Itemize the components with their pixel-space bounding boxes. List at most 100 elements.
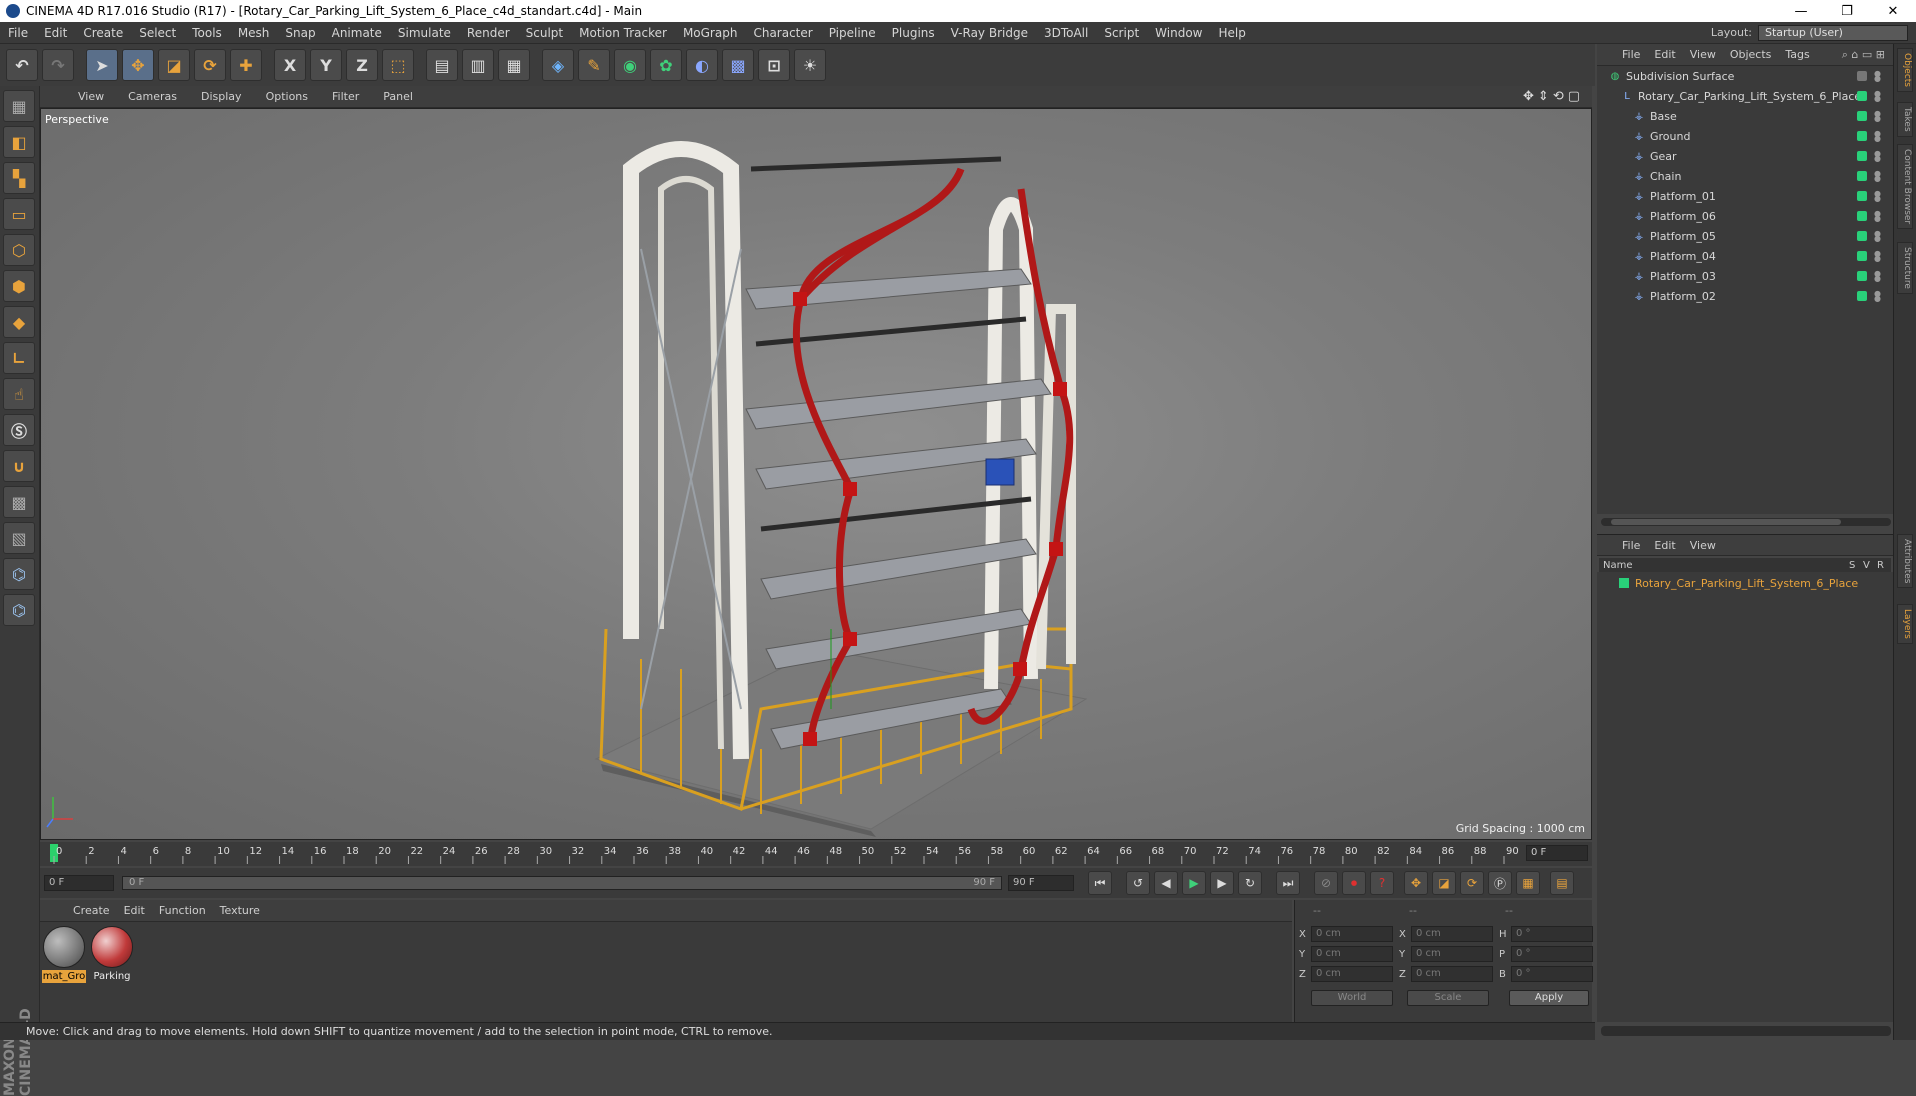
- key-position-icon[interactable]: ✥: [1404, 871, 1428, 895]
- menu-window[interactable]: Window: [1147, 26, 1210, 40]
- tab-content-browser[interactable]: Content Browser: [1897, 144, 1913, 230]
- layer-color-tag[interactable]: [1857, 271, 1867, 281]
- maximize-button[interactable]: ❐: [1824, 4, 1870, 19]
- layer-menu-view[interactable]: View: [1683, 539, 1723, 552]
- position-z-field[interactable]: 0 cm: [1311, 966, 1393, 982]
- step-forward-icon[interactable]: ▶: [1210, 871, 1234, 895]
- go-to-start-icon[interactable]: ⏮: [1088, 871, 1112, 895]
- snap-icon[interactable]: Ⓢ: [3, 414, 35, 446]
- timeline-window-icon[interactable]: ▤: [1550, 871, 1574, 895]
- floor-scene-icon[interactable]: ▩: [722, 49, 754, 81]
- object-tree-item[interactable]: ⚶ Platform_06 ● ●: [1597, 206, 1893, 226]
- menu-script[interactable]: Script: [1096, 26, 1147, 40]
- play-forward-icon[interactable]: ▶: [1182, 871, 1206, 895]
- menu-edit[interactable]: Edit: [36, 26, 75, 40]
- rotation-p-field[interactable]: 0 °: [1511, 946, 1593, 962]
- z-axis-lock-icon[interactable]: Z: [346, 49, 378, 81]
- light-bulb-icon[interactable]: ☀: [794, 49, 826, 81]
- key-scale-icon[interactable]: ◪: [1432, 871, 1456, 895]
- menu-create[interactable]: Create: [75, 26, 131, 40]
- layer-row[interactable]: Rotary_Car_Parking_Lift_System_6_Place: [1597, 574, 1893, 592]
- menu-pipeline[interactable]: Pipeline: [821, 26, 884, 40]
- rotation-h-field[interactable]: 0 °: [1511, 926, 1593, 942]
- grid-snap-icon[interactable]: ▧: [3, 522, 35, 554]
- layer-color-tag[interactable]: [1857, 111, 1867, 121]
- menu-character[interactable]: Character: [745, 26, 820, 40]
- subdivision-surface-icon[interactable]: ◉: [614, 49, 646, 81]
- move-tool-icon[interactable]: ✥: [122, 49, 154, 81]
- object-tree-item[interactable]: ⚶ Platform_04 ● ●: [1597, 246, 1893, 266]
- close-button[interactable]: ✕: [1870, 4, 1916, 19]
- render-view-icon[interactable]: ▤: [426, 49, 458, 81]
- select-arrow-icon[interactable]: ➤: [86, 49, 118, 81]
- object-menu-view[interactable]: View: [1683, 48, 1723, 61]
- layer-menu-file[interactable]: File: [1615, 539, 1647, 552]
- layer-color-tag[interactable]: [1857, 191, 1867, 201]
- menu-sculpt[interactable]: Sculpt: [518, 26, 571, 40]
- axis-mode-icon[interactable]: ∟: [3, 342, 35, 374]
- menu-simulate[interactable]: Simulate: [390, 26, 459, 40]
- tab-takes[interactable]: Takes: [1897, 102, 1913, 137]
- points-mode-icon[interactable]: ⬡: [3, 234, 35, 266]
- start-frame-field[interactable]: 0 F: [44, 875, 114, 891]
- menu-select[interactable]: Select: [131, 26, 184, 40]
- material-swatch[interactable]: mat_Gro: [42, 926, 86, 983]
- transform-tool-icon[interactable]: ✚: [230, 49, 262, 81]
- scale-tool-icon[interactable]: ◪: [158, 49, 190, 81]
- current-frame-field[interactable]: 0 F: [1526, 845, 1588, 861]
- material-menu-create[interactable]: Create: [66, 904, 117, 917]
- visibility-toggle[interactable]: ● ●: [1874, 130, 1881, 143]
- render-picture-viewer-icon[interactable]: ▥: [462, 49, 494, 81]
- coordinate-space-dropdown[interactable]: World: [1311, 990, 1393, 1006]
- size-mode-dropdown[interactable]: Scale: [1407, 990, 1489, 1006]
- menu-file[interactable]: File: [0, 26, 36, 40]
- tab-attributes[interactable]: Attributes: [1897, 534, 1913, 589]
- rotate-tool-icon[interactable]: ⟳: [194, 49, 226, 81]
- layout-dropdown[interactable]: Startup (User): [1758, 24, 1908, 41]
- menu-plugins[interactable]: Plugins: [884, 26, 943, 40]
- viewport-menu-filter[interactable]: Filter: [320, 90, 371, 103]
- viewport-menu-panel[interactable]: Panel: [371, 90, 425, 103]
- y-axis-lock-icon[interactable]: Y: [310, 49, 342, 81]
- texture-mode-icon[interactable]: ▚: [3, 162, 35, 194]
- layer-color-tag[interactable]: [1857, 291, 1867, 301]
- object-tree-item[interactable]: ⚶ Platform_03 ● ●: [1597, 266, 1893, 286]
- object-horizontal-scrollbar[interactable]: [1601, 518, 1891, 526]
- python-console-icon[interactable]: ⌬: [3, 594, 35, 626]
- edges-mode-icon[interactable]: ⬢: [3, 270, 35, 302]
- go-to-next-key-icon[interactable]: ↻: [1238, 871, 1262, 895]
- viewport-menu-options[interactable]: Options: [254, 90, 320, 103]
- array-generator-icon[interactable]: ✿: [650, 49, 682, 81]
- tab-objects[interactable]: Objects: [1897, 48, 1913, 93]
- menu-render[interactable]: Render: [459, 26, 518, 40]
- material-menu-texture[interactable]: Texture: [213, 904, 267, 917]
- visibility-toggle[interactable]: ● ●: [1874, 90, 1881, 103]
- visibility-toggle[interactable]: ● ●: [1874, 290, 1881, 303]
- layer-color-tag[interactable]: [1857, 251, 1867, 261]
- object-menu-edit[interactable]: Edit: [1647, 48, 1682, 61]
- minimize-button[interactable]: —: [1778, 4, 1824, 19]
- object-search-icon[interactable]: ⌕ ⌂ ▭ ⊞: [1842, 48, 1893, 62]
- material-menu-function[interactable]: Function: [152, 904, 213, 917]
- layer-color-tag[interactable]: [1857, 231, 1867, 241]
- object-tree-item[interactable]: ⚶ Ground ● ●: [1597, 126, 1893, 146]
- position-y-field[interactable]: 0 cm: [1311, 946, 1393, 962]
- menu-mograph[interactable]: MoGraph: [675, 26, 746, 40]
- model-mode-icon[interactable]: ◧: [3, 126, 35, 158]
- step-back-icon[interactable]: ◀: [1154, 871, 1178, 895]
- x-axis-lock-icon[interactable]: X: [274, 49, 306, 81]
- material-menu-edit[interactable]: Edit: [117, 904, 152, 917]
- position-x-field[interactable]: 0 cm: [1311, 926, 1393, 942]
- tab-layers[interactable]: Layers: [1897, 604, 1913, 644]
- viewport-menu-view[interactable]: View: [66, 90, 116, 103]
- go-to-end-icon[interactable]: ⏭: [1276, 871, 1300, 895]
- object-tree-item[interactable]: ◍ Subdivision Surface ● ●: [1597, 66, 1893, 86]
- layer-color-tag[interactable]: [1857, 211, 1867, 221]
- auto-keying-icon[interactable]: ⏺: [1342, 871, 1366, 895]
- visibility-toggle[interactable]: ● ●: [1874, 250, 1881, 263]
- record-keys-icon[interactable]: ⊘: [1314, 871, 1338, 895]
- make-editable-icon[interactable]: ▦: [3, 90, 35, 122]
- layer-horizontal-scrollbar[interactable]: [1601, 1026, 1891, 1036]
- material-swatch[interactable]: Parking: [90, 926, 134, 983]
- viewport-navigation-icons[interactable]: ✥⇕⟲▢: [1523, 89, 1592, 104]
